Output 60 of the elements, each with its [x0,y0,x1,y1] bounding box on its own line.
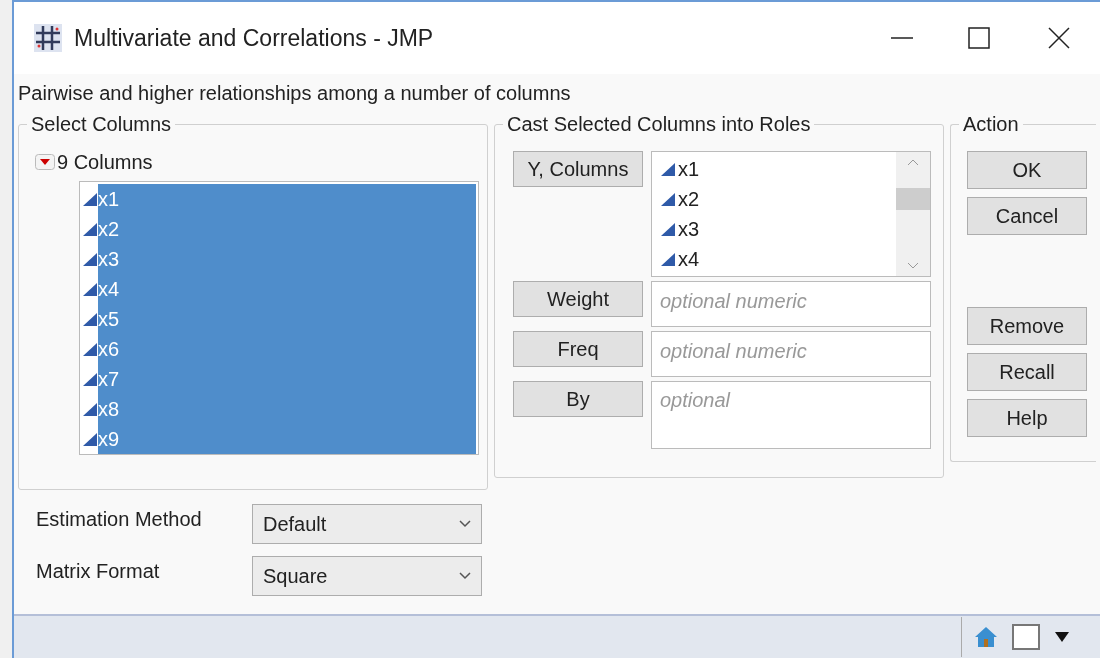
description-text: Pairwise and higher relationships among a number of columns [18,82,571,104]
disclosure-icon[interactable] [35,154,55,170]
column-list[interactable]: x1 x2 x3 x4 x5 x6 x7 x8 x9 [79,181,479,455]
continuous-column-icon [82,221,98,237]
action-button[interactable]: Help [967,399,1087,437]
column-item[interactable]: x8 [98,394,476,424]
continuous-column-icon [82,431,98,447]
column-item[interactable]: x2 [98,214,476,244]
column-item[interactable]: x9 [98,424,476,454]
role-column-item[interactable]: x2 [678,184,700,214]
continuous-column-icon [660,251,676,267]
chevron-down-icon [459,572,471,580]
option-dropdown[interactable]: Default [252,504,482,544]
continuous-column-icon [82,311,98,327]
continuous-column-icon [82,401,98,417]
column-item[interactable]: x3 [98,244,476,274]
option-label: Matrix Format [36,559,161,584]
column-item[interactable]: x1 [98,184,476,214]
action-button[interactable]: OK [967,151,1087,189]
continuous-column-icon [82,341,98,357]
role-list[interactable]: x1 x2 x3 x4 [651,151,931,277]
action-button[interactable]: Recall [967,353,1087,391]
dropdown-arrow-icon[interactable] [1054,631,1070,643]
role-column-item[interactable]: x1 [678,154,700,184]
grid-app-icon [34,24,62,52]
window-title: Multivariate and Correlations - JMP [74,23,434,53]
scroll-thumb[interactable] [896,188,930,210]
role-button[interactable]: Freq [513,331,643,367]
columns-header: 9 Columns [57,150,153,175]
role-column-item[interactable]: x3 [678,214,700,244]
action-button[interactable]: Cancel [967,197,1087,235]
scroll-up-icon[interactable] [907,158,919,166]
option-dropdown[interactable]: Square [252,556,482,596]
role-button[interactable]: Weight [513,281,643,317]
role-button[interactable]: By [513,381,643,417]
continuous-column-icon [660,191,676,207]
continuous-column-icon [82,281,98,297]
maximize-icon[interactable] [968,27,990,49]
continuous-column-icon [82,371,98,387]
role-field[interactable]: optional [651,381,931,449]
home-icon[interactable] [974,626,998,648]
window-toggle-icon[interactable] [1012,624,1040,650]
continuous-column-icon [660,161,676,177]
role-column-item[interactable]: x4 [678,244,700,274]
continuous-column-icon [82,251,98,267]
close-icon[interactable] [1048,27,1070,49]
column-item[interactable]: x7 [98,364,476,394]
option-label: Estimation Method [36,507,203,532]
role-button[interactable]: Y, Columns [513,151,643,187]
scrollbar[interactable] [896,152,930,276]
chevron-down-icon [459,520,471,528]
column-item[interactable]: x5 [98,304,476,334]
action-button[interactable]: Remove [967,307,1087,345]
role-field[interactable]: optional numeric [651,331,931,377]
column-item[interactable]: x6 [98,334,476,364]
role-field[interactable]: optional numeric [651,281,931,327]
column-item[interactable]: x4 [98,274,476,304]
continuous-column-icon [660,221,676,237]
scroll-down-icon[interactable] [907,262,919,270]
continuous-column-icon [82,191,98,207]
